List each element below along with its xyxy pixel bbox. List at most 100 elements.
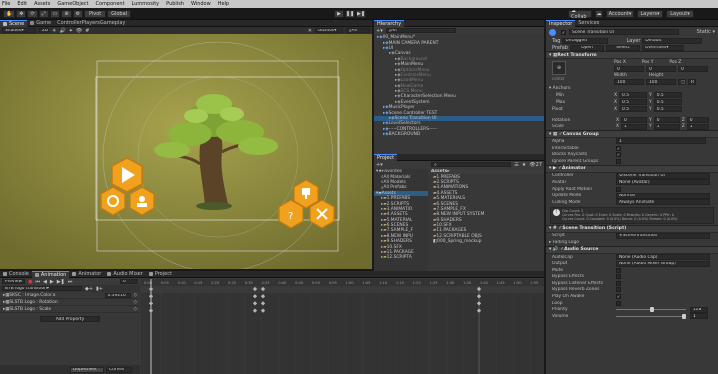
tab-hierarchy[interactable]: Hierarchy	[374, 20, 405, 27]
scale-x[interactable]: 1	[621, 123, 648, 130]
rect-tool-icon[interactable]: ▭	[49, 10, 61, 18]
light-icon[interactable]: ☀	[52, 28, 56, 34]
volume-slider[interactable]	[616, 313, 686, 319]
tab-project[interactable]: Project	[146, 271, 175, 278]
property-value-field[interactable]: 0.39216	[104, 292, 131, 298]
step-button[interactable]: ▶❚	[356, 10, 366, 18]
animator-header[interactable]: ▾ ▶ ✓ Animator	[546, 164, 718, 173]
rotation-y[interactable]: 0	[653, 117, 680, 124]
menu-item-component[interactable]: Component	[96, 1, 125, 7]
controller-field[interactable]: ⚙ Scene Transition UI	[616, 172, 710, 179]
keyframe-marker[interactable]	[252, 308, 258, 313]
scale-z[interactable]: 1	[686, 123, 709, 130]
prefab-open-button[interactable]: Open	[569, 44, 604, 51]
keyframe-diamond-icon[interactable]: ◇	[134, 300, 137, 305]
raw-edit-button[interactable]: R	[688, 79, 696, 85]
rotation-z[interactable]: 0	[686, 117, 709, 124]
culling-mode-dropdown[interactable]: Always Animate	[616, 199, 710, 206]
record-icon[interactable]: ●	[28, 279, 32, 285]
add-event-icon[interactable]: ▮+	[96, 286, 103, 292]
loop-checkbox[interactable]	[616, 300, 621, 306]
transform-tool-icon[interactable]: ⊕	[61, 10, 72, 18]
interactable-checkbox[interactable]: ✓	[616, 145, 621, 151]
keyframe-marker[interactable]	[252, 294, 258, 299]
output-field[interactable]: None (Audio Mixer Group)	[616, 260, 710, 267]
menu-item-file[interactable]: File	[2, 1, 10, 7]
priority-field[interactable]: 128	[690, 306, 708, 313]
anchor-min-y[interactable]: 0.5	[653, 92, 682, 98]
tab-project[interactable]: Project	[374, 154, 398, 161]
menu-item-window[interactable]: Window	[191, 1, 211, 7]
prefab-select-button[interactable]: Select	[605, 44, 640, 51]
shading-dropdown[interactable]: Shaded ▾	[2, 28, 36, 33]
tab-scene[interactable]: Scene	[0, 19, 28, 27]
play-on-awake-checkbox[interactable]: ✓	[616, 294, 621, 300]
posy-field[interactable]: 0	[646, 66, 676, 72]
anchor-min-x[interactable]: 0.5	[619, 92, 648, 98]
animation-property-row[interactable]: ▸▦ SLSTB Logo : Scale ◇	[0, 306, 140, 313]
audio-source-header[interactable]: ▾ 🔊 ✓ Audio Source	[546, 245, 718, 254]
move-tool-icon[interactable]: ✥	[16, 10, 27, 18]
keyframe-marker[interactable]	[252, 301, 258, 306]
root-motion-checkbox[interactable]	[616, 186, 621, 192]
volume-field[interactable]: 1	[690, 313, 708, 320]
scene-view[interactable]: ?	[0, 34, 372, 269]
tab-game[interactable]: Game	[27, 20, 54, 27]
pause-button[interactable]: ❚❚	[345, 10, 355, 18]
menu-item-lummosity[interactable]: Lummosity	[132, 1, 160, 7]
star-icon[interactable]: ★	[522, 162, 526, 168]
update-mode-dropdown[interactable]: Normal	[616, 192, 710, 199]
mute-checkbox[interactable]	[616, 267, 621, 273]
filter-icon[interactable]: ☰	[514, 162, 518, 168]
animation-property-row[interactable]: ▸▦ SKSC : Image.Color.a 0.39216 ◇	[0, 292, 140, 299]
rotation-x[interactable]: 0	[621, 117, 648, 124]
keyframe-marker[interactable]	[476, 308, 482, 313]
alpha-field[interactable]: 1	[616, 138, 706, 145]
dopesheet-tab[interactable]: Dopesheet	[70, 366, 104, 373]
keyframe-diamond-icon[interactable]: ◇	[134, 307, 137, 312]
hidden-icon[interactable]: 👁	[76, 28, 82, 34]
frame-field[interactable]: 0	[120, 279, 138, 284]
width-field[interactable]: 100	[614, 79, 644, 85]
scene-search-input[interactable]: ⌕ All	[346, 28, 370, 33]
keyframe-marker[interactable]	[476, 294, 482, 299]
create-plus-icon[interactable]: +▾	[376, 28, 383, 34]
collab-button[interactable]: ☁ Collab	[568, 8, 592, 20]
play-anim-icon[interactable]: ▶	[50, 279, 54, 285]
rotate-tool-icon[interactable]: ⟳	[27, 10, 38, 18]
last-key-icon[interactable]: ⏭	[68, 279, 73, 285]
layout-dropdown[interactable]: Layout ▾	[666, 10, 694, 18]
folder-tree-item[interactable]: ▸▰ 12.SCRIPTA	[374, 255, 428, 260]
first-key-icon[interactable]: ⏮	[35, 279, 40, 285]
cloud-icon[interactable]: ☁	[595, 10, 603, 18]
ignore-parent-checkbox[interactable]	[616, 158, 621, 164]
layer-dropdown[interactable]: Default	[642, 37, 703, 44]
anchors-foldout[interactable]: ▾ Anchors	[549, 86, 570, 91]
add-property-button[interactable]: Add Property	[40, 316, 100, 322]
custom-tool-icon[interactable]: ⚙	[72, 10, 84, 18]
keyframe-marker[interactable]	[476, 301, 482, 306]
bypass-effects-checkbox[interactable]	[616, 274, 621, 280]
tab-console[interactable]: Console	[0, 271, 32, 278]
anchor-max-y[interactable]: 0.5	[653, 99, 682, 105]
tab-controller-players[interactable]: ControllerPlayersGameplay	[54, 20, 128, 27]
tab-audio-mixer[interactable]: Audio Mixer	[104, 271, 145, 278]
static-toggle[interactable]: Static ▾	[697, 29, 715, 35]
global-toggle[interactable]: Global	[107, 10, 132, 18]
tag-dropdown[interactable]: Untagged	[562, 37, 609, 44]
menu-item-help[interactable]: Help	[218, 1, 229, 7]
audio-icon[interactable]: 🔊	[59, 28, 65, 34]
layers-dropdown[interactable]: Layers ▾	[637, 10, 663, 18]
blocks-raycasts-checkbox[interactable]: ✓	[616, 152, 621, 158]
hand-tool-icon[interactable]: ✋	[3, 10, 16, 18]
next-key-icon[interactable]: ▶❚	[57, 279, 65, 285]
curves-tab[interactable]: Curves	[106, 366, 132, 373]
script-header[interactable]: ▾ # ✓ Scene Transition (Script)	[546, 224, 718, 233]
anchor-presets-icon[interactable]: ⊕	[552, 61, 566, 75]
tab-services[interactable]: Services	[575, 20, 602, 27]
pivot-x[interactable]: 0.5	[619, 106, 648, 112]
priority-slider[interactable]	[616, 307, 686, 313]
clip-dropdown[interactable]: BTB logo transition ▾	[2, 286, 82, 291]
play-button[interactable]: ▶	[334, 10, 344, 18]
bypass-reverb-checkbox[interactable]	[616, 287, 621, 293]
